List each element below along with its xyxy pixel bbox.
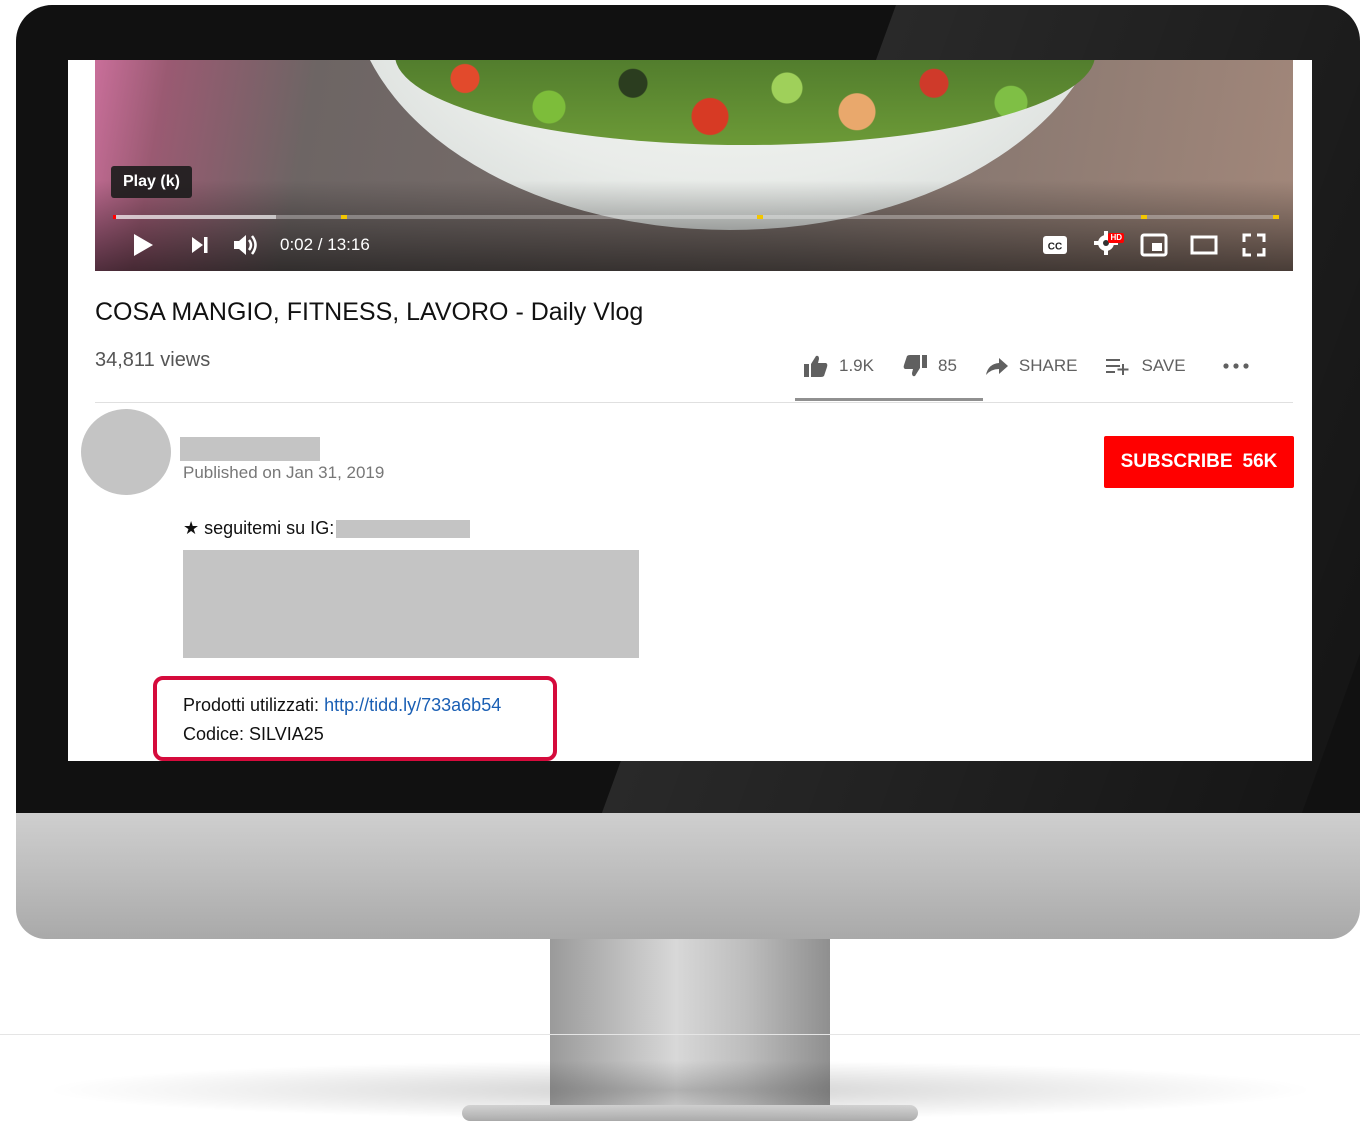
divider <box>95 402 1293 403</box>
progress-buffered <box>113 215 277 219</box>
like-count: 1.9K <box>839 356 874 375</box>
save-button[interactable]: SAVE <box>1105 356 1186 376</box>
video-player[interactable]: Play (k) 0:02 / 13:16 CC HD <box>95 60 1293 271</box>
more-horizontal-icon <box>1222 363 1249 369</box>
dislike-count: 85 <box>937 356 957 375</box>
view-count: 34,811 views <box>95 349 211 371</box>
highlight-box <box>153 676 557 761</box>
share-label: SHARE <box>1018 356 1078 375</box>
ig-handle-redacted <box>336 520 471 539</box>
theater-mode-icon <box>1190 235 1218 255</box>
chapter-marker <box>1273 215 1279 219</box>
chapter-marker <box>341 215 347 219</box>
channel-avatar[interactable] <box>81 409 171 495</box>
like-button[interactable]: 1.9K <box>803 354 874 378</box>
description-ig-line: ★ seguitemi su IG: <box>183 518 471 539</box>
settings-wrapper: HD <box>1094 230 1124 260</box>
video-actions: 1.9K 85 SHARE SAVE <box>803 348 1288 384</box>
theater-mode-button[interactable] <box>1187 225 1221 265</box>
svg-text:CC: CC <box>1048 242 1062 253</box>
playlist-add-icon <box>1106 359 1129 375</box>
share-button[interactable]: SHARE <box>985 356 1078 376</box>
miniplayer-icon <box>1140 233 1168 257</box>
subscribe-button[interactable]: SUBSCRIBE 56K <box>1104 436 1294 488</box>
miniplayer-button[interactable] <box>1137 225 1171 265</box>
floor-shadow <box>40 1060 1320 1120</box>
play-button[interactable] <box>125 225 161 265</box>
play-icon <box>134 234 153 256</box>
time-display: 0:02 / 13:16 <box>280 235 370 254</box>
fullscreen-button[interactable] <box>1237 225 1271 265</box>
play-tooltip: Play (k) <box>111 166 192 198</box>
sentiment-bar <box>795 398 983 401</box>
publish-date: Published on Jan 31, 2019 <box>183 463 385 482</box>
subscribe-label: SUBSCRIBE <box>1120 451 1233 472</box>
description-redacted <box>183 550 639 658</box>
hd-badge: HD <box>1108 232 1124 243</box>
thumbs-up-icon <box>804 355 828 377</box>
browser-screen: Play (k) 0:02 / 13:16 CC HD COSA MANGIO,… <box>68 60 1312 761</box>
ig-line-text: ★ seguitemi su IG: <box>183 518 335 538</box>
floor-line <box>0 1034 1360 1035</box>
share-icon <box>985 358 1008 375</box>
subscriber-count: 56K <box>1242 451 1278 472</box>
chapter-marker <box>757 215 763 219</box>
volume-button[interactable] <box>229 225 263 265</box>
channel-name-redacted <box>180 437 320 461</box>
progress-bar[interactable] <box>113 215 1279 219</box>
fullscreen-icon <box>1242 233 1266 257</box>
next-button[interactable] <box>183 225 217 265</box>
progress-played <box>113 215 116 219</box>
chapter-marker <box>1141 215 1147 219</box>
player-controls: 0:02 / 13:16 CC HD <box>95 225 1293 265</box>
more-actions-button[interactable] <box>1222 362 1260 370</box>
monitor-chin <box>16 813 1360 939</box>
settings-button[interactable]: HD <box>1089 225 1124 265</box>
save-label: SAVE <box>1141 356 1186 375</box>
next-icon <box>192 237 208 253</box>
dislike-button[interactable]: 85 <box>902 354 957 378</box>
thumbs-down-icon <box>903 355 927 377</box>
volume-icon <box>234 235 257 255</box>
video-title: COSA MANGIO, FITNESS, LAVORO - Daily Vlo… <box>95 298 644 326</box>
captions-icon: CC <box>1043 236 1067 254</box>
captions-button[interactable]: CC <box>1039 225 1071 265</box>
